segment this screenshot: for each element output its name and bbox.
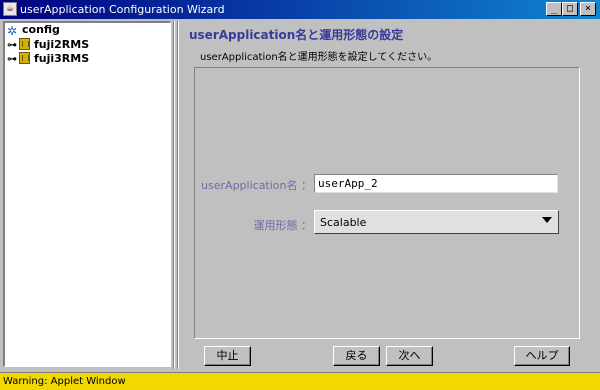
cancel-button[interactable]: 中止 [204,346,251,366]
applet-warning-bar: Warning: Applet Window [0,372,600,390]
tree-node-fuji2rms[interactable]: ⊶ fuji2RMS [7,38,89,52]
config-icon: ✲ [7,24,18,38]
settings-panel [194,67,580,339]
app-name-label: userApplication名 ： [201,179,312,192]
next-button[interactable]: 次へ [386,346,433,366]
operation-mode-value: Scalable [320,216,367,229]
tree-node-label: config [22,23,60,36]
tree-node-config[interactable]: ✲ config [7,23,60,38]
close-button[interactable]: × [580,2,596,16]
expand-toggle-icon[interactable]: ⊶ [7,54,17,66]
wizard-window: ☕ userApplication Configuration Wizard _… [0,0,600,390]
host-icon [19,52,30,64]
minimize-button[interactable]: _ [546,2,562,16]
instruction-text: userApplication名と運用形態を設定してください。 [200,52,438,63]
app-name-input[interactable] [314,174,558,193]
tree-node-label: fuji3RMS [34,52,90,65]
tree-node-label: fuji2RMS [34,38,90,51]
back-button[interactable]: 戻る [333,346,380,366]
operation-mode-label: 運用形態 ： [253,219,313,232]
chevron-down-icon[interactable] [542,217,552,223]
panel-splitter[interactable] [172,21,180,369]
host-icon [19,38,30,50]
maximize-button[interactable]: □ [562,2,578,16]
operation-mode-select[interactable]: Scalable [314,210,559,234]
tree-node-fuji3rms[interactable]: ⊶ fuji3RMS [7,52,89,66]
title-bar[interactable]: ☕ userApplication Configuration Wizard _… [0,0,600,19]
window-title: userApplication Configuration Wizard [20,3,225,16]
help-button[interactable]: ヘルプ [514,346,570,366]
config-tree[interactable]: ✲ config ⊶ fuji2RMS ⊶ fuji3RMS [3,21,171,367]
status-text: Warning: Applet Window [3,376,126,387]
expand-toggle-icon[interactable]: ⊶ [7,40,17,52]
page-title: userApplication名と運用形態の設定 [189,28,404,42]
java-applet-icon[interactable]: ☕ [3,2,17,16]
